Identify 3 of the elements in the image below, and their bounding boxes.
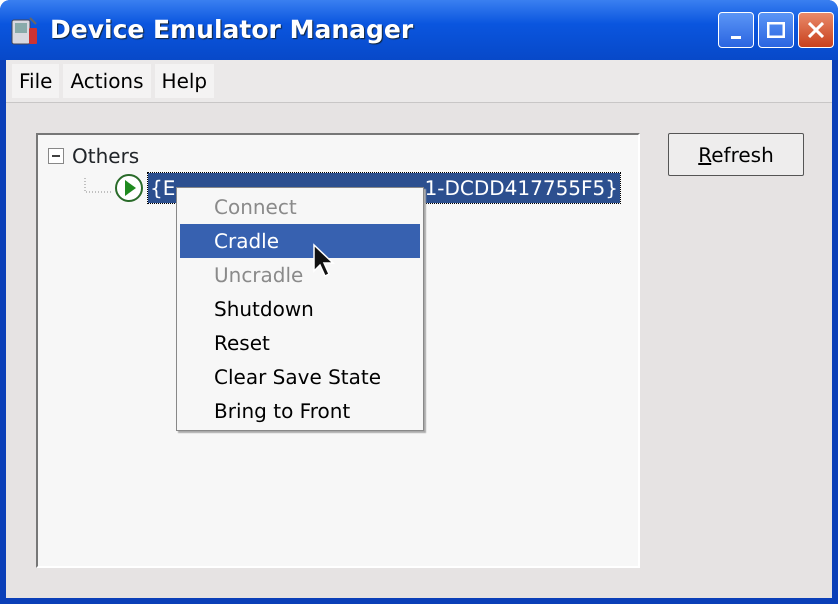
tree-node-text: 1-DCDD417755F5}: [424, 175, 618, 202]
tree-node-text: {E: [150, 175, 176, 202]
window-title: Device Emulator Manager: [50, 14, 414, 46]
